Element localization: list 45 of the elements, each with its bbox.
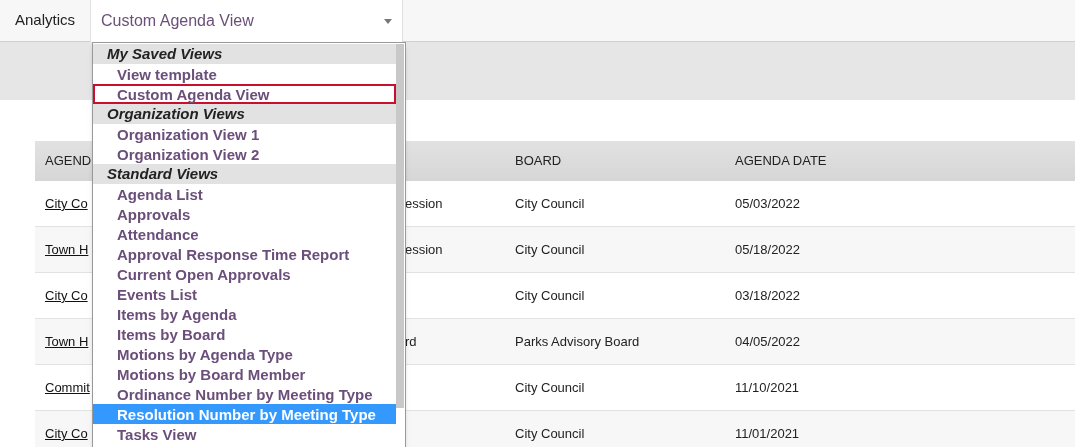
group-header: Organization Views <box>93 104 396 124</box>
menu-item[interactable]: Tasks View <box>93 424 396 444</box>
table-cell: ession <box>405 241 443 257</box>
menu-item[interactable]: Agenda List <box>93 184 396 204</box>
menu-item[interactable]: Custom Agenda View <box>93 84 396 104</box>
group-header: My Saved Views <box>93 44 396 64</box>
menu-item[interactable]: Approvals <box>93 204 396 224</box>
toolbar-label: Analytics <box>14 10 77 31</box>
agenda-link[interactable]: Town H <box>45 333 89 349</box>
menu-item[interactable]: Motions by Board Member <box>93 364 396 384</box>
menu-item[interactable]: Items by Board <box>93 324 396 344</box>
table-cell: City Council <box>515 379 585 395</box>
table-cell: City Council <box>515 425 585 441</box>
menu-item[interactable]: Events List <box>93 284 396 304</box>
column-header: AGENDA DATE <box>735 153 827 169</box>
table-cell: 03/18/2022 <box>735 287 801 303</box>
column-header: BOARD <box>515 153 562 169</box>
menu-item[interactable]: Items by Agenda <box>93 304 396 324</box>
table-cell: 11/01/2021 <box>735 425 800 441</box>
menu-item[interactable]: Motions by Agenda Type <box>93 344 396 364</box>
table-cell: 05/18/2022 <box>735 241 801 257</box>
table-cell: City Council <box>515 287 585 303</box>
table-cell: Parks Advisory Board <box>515 333 640 349</box>
agenda-link[interactable]: City Co <box>45 425 88 441</box>
table-cell: ession <box>405 195 443 211</box>
column-header: AGEND <box>45 153 92 169</box>
table-cell: City Council <box>515 195 585 211</box>
agenda-link[interactable]: City Co <box>45 287 88 303</box>
table-cell: 11/10/2021 <box>735 379 800 395</box>
group-header: Standard Views <box>93 164 396 184</box>
menu-item[interactable]: View template <box>93 64 396 84</box>
table-cell: City Council <box>515 241 585 257</box>
menu-item[interactable]: Organization View 1 <box>93 124 396 144</box>
agenda-link[interactable]: Commit <box>45 379 90 395</box>
table-cell: 04/05/2022 <box>735 333 801 349</box>
agenda-link[interactable]: Town H <box>45 241 89 257</box>
menu-item[interactable]: Approval Response Time Report <box>93 244 396 264</box>
table-cell: rd <box>405 333 417 349</box>
agenda-link[interactable]: City Co <box>45 195 88 211</box>
menu-item[interactable]: Ordinance Number by Meeting Type <box>93 384 396 404</box>
menu-item[interactable]: Organization View 2 <box>93 144 396 164</box>
menu-item[interactable]: Attendance <box>93 224 396 244</box>
table-cell: 05/03/2022 <box>735 195 801 211</box>
view-select[interactable]: Custom Agenda View <box>90 0 404 42</box>
menu-item[interactable]: Current Open Approvals <box>93 264 396 284</box>
